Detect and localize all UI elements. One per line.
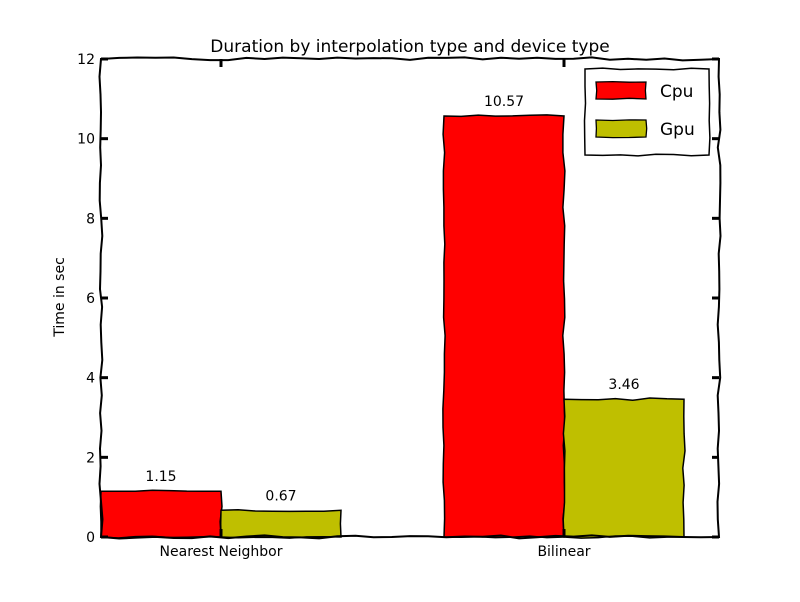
legend-label-cpu: Cpu bbox=[660, 82, 693, 102]
y-tick-label: 6 bbox=[86, 291, 95, 307]
legend: Cpu Gpu bbox=[583, 67, 711, 157]
bar-chart: Duration by interpolation type and devic… bbox=[52, 37, 722, 560]
bars-layer bbox=[99, 114, 686, 539]
chart-title: Duration by interpolation type and devic… bbox=[210, 37, 609, 57]
y-tick-label: 10 bbox=[77, 132, 95, 148]
y-tick-label: 2 bbox=[86, 450, 95, 466]
bar-value-label: 3.46 bbox=[608, 377, 639, 393]
legend-swatch-cpu bbox=[595, 80, 647, 100]
bar-cpu-2 bbox=[442, 114, 566, 539]
chart-container: Duration by interpolation type and devic… bbox=[0, 0, 800, 597]
x-tick-label: Bilinear bbox=[537, 544, 590, 560]
y-tick-label: 0 bbox=[86, 530, 95, 546]
y-tick-label: 8 bbox=[86, 211, 95, 227]
bar-value-label: 1.15 bbox=[145, 469, 176, 485]
bar-value-label: 10.57 bbox=[484, 94, 524, 110]
bar-gpu-2 bbox=[562, 397, 686, 539]
y-tick-label: 4 bbox=[86, 371, 95, 387]
y-tick-label: 12 bbox=[77, 52, 95, 68]
y-axis-label: Time in sec bbox=[52, 257, 68, 338]
bar-gpu-1 bbox=[219, 509, 342, 539]
x-tick-label: Nearest Neighbor bbox=[160, 544, 283, 560]
bar-value-label: 0.67 bbox=[265, 488, 296, 504]
legend-label-gpu: Gpu bbox=[660, 120, 695, 140]
bar-cpu-1 bbox=[99, 489, 223, 539]
legend-swatch-gpu bbox=[595, 119, 648, 139]
